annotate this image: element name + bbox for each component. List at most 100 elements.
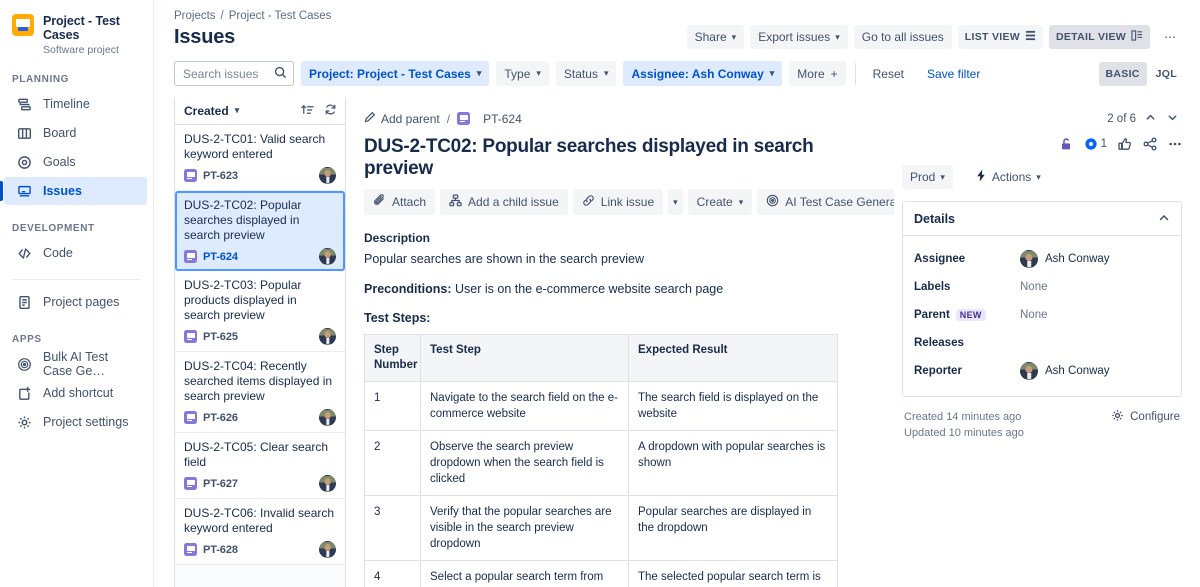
sidebar-item-goals[interactable]: Goals [4, 148, 147, 176]
list-item[interactable]: DUS-2-TC04: Recently searched items disp… [175, 352, 345, 433]
sidebar-item-code[interactable]: Code [4, 239, 147, 267]
add-parent-button[interactable]: Add parent [364, 111, 440, 126]
export-issues-button[interactable]: Export issues ▾ [750, 25, 848, 49]
go-to-all-issues-button[interactable]: Go to all issues [854, 25, 952, 49]
breadcrumb-project[interactable]: Project - Test Cases [229, 10, 332, 22]
page-title: Issues [174, 26, 235, 49]
filter-type[interactable]: Type ▾ [496, 61, 549, 86]
sort-order-icon[interactable] [301, 103, 314, 119]
issue-key-breadcrumb[interactable]: PT-624 [483, 112, 522, 126]
link-issue-label: Link issue [601, 195, 654, 209]
previous-issue-button[interactable] [1143, 112, 1158, 126]
details-card-header[interactable]: Details [903, 202, 1181, 236]
sidebar-item-timeline[interactable]: Timeline [4, 90, 147, 118]
table-row: 3 Verify that the popular searches are v… [365, 496, 838, 561]
list-item[interactable]: DUS-2-TC06: Invalid search keyword enter… [175, 499, 345, 565]
chevron-down-icon: ▾ [477, 69, 482, 78]
sidebar-item-label: Issues [43, 184, 82, 198]
jql-mode-button[interactable]: JQL [1149, 62, 1184, 86]
parent-row: Add parent / PT-624 [364, 111, 876, 126]
search-wrapper [174, 61, 294, 86]
like-icon[interactable] [1118, 137, 1132, 151]
more-actions-icon[interactable] [1168, 137, 1182, 151]
ai-generator-label: AI Test Case Generator [785, 195, 894, 209]
gear-icon [1111, 409, 1124, 425]
issue-key: PT-623 [203, 170, 238, 182]
issue-meta: PT-625 [184, 328, 336, 345]
list-item[interactable]: DUS-2-TC02: Popular searches displayed i… [175, 191, 345, 271]
avatar [1020, 250, 1038, 268]
environment-selector[interactable]: Prod ▾ [902, 165, 953, 189]
refresh-icon[interactable] [324, 103, 337, 119]
field-value: None [1020, 281, 1048, 293]
table-row: 2 Observe the search preview dropdown wh… [365, 431, 838, 496]
bulk-ai-icon [16, 356, 32, 372]
attach-button[interactable]: Attach [364, 189, 435, 215]
filter-divider [855, 63, 856, 85]
ai-test-case-generator-button[interactable]: AI Test Case Generator [757, 189, 894, 215]
cell-expected-result: The search field is displayed on the web… [629, 382, 838, 431]
share-icon[interactable] [1143, 137, 1157, 151]
list-view-icon [1025, 30, 1036, 44]
create-button[interactable]: Create ▾ [688, 189, 753, 215]
field-assignee[interactable]: Assignee Ash Conway [914, 245, 1170, 273]
sidebar-item-project-pages[interactable]: Project pages [4, 288, 147, 316]
chevron-down-icon: ▾ [732, 33, 737, 42]
table-body: 1 Navigate to the search field on the e-… [365, 382, 838, 587]
issue-title: DUS-2-TC03: Popular products displayed i… [184, 278, 336, 323]
detail-view-toggle[interactable]: DETAIL VIEW [1049, 25, 1150, 49]
filter-project[interactable]: Project: Project - Test Cases ▾ [301, 61, 489, 86]
issue-title: DUS-2-TC05: Clear search field [184, 440, 336, 470]
cell-step-number: 1 [365, 382, 421, 431]
save-filter-button[interactable]: Save filter [919, 61, 988, 86]
sidebar-item-project-settings[interactable]: Project settings [4, 408, 147, 436]
breadcrumb-projects[interactable]: Projects [174, 10, 216, 22]
sidebar-item-board[interactable]: Board [4, 119, 147, 147]
issue-type-icon [184, 543, 197, 556]
sidebar-item-add-shortcut[interactable]: Add shortcut [4, 379, 147, 407]
issue-type-icon [184, 250, 197, 263]
link-issue-button[interactable]: Link issue [573, 189, 663, 215]
sidebar-item-bulk-ai-test-case-generator[interactable]: Bulk AI Test Case Ge… [4, 350, 147, 378]
parent-separator: / [447, 112, 450, 126]
issue-meta: PT-626 [184, 409, 336, 426]
filter-status[interactable]: Status ▾ [556, 61, 617, 86]
cell-test-step: Navigate to the search field on the e-co… [421, 382, 629, 431]
description-label: Description [364, 231, 876, 245]
share-button[interactable]: Share ▾ [687, 25, 745, 49]
list-item[interactable]: DUS-2-TC03: Popular products displayed i… [175, 271, 345, 352]
issue-detail-title: DUS-2-TC02: Popular searches displayed i… [364, 136, 876, 180]
issue-type-icon [184, 411, 197, 424]
chevron-down-icon: ▾ [940, 173, 945, 182]
actions-button[interactable]: Actions ▾ [967, 165, 1049, 189]
list-item[interactable]: DUS-2-TC01: Valid search keyword entered… [175, 125, 345, 191]
project-header[interactable]: Project - Test Cases Software project [0, 10, 153, 56]
filter-more[interactable]: More + [789, 61, 845, 86]
search-input[interactable] [174, 61, 294, 86]
reset-filters-button[interactable]: Reset [865, 61, 912, 86]
sidebar-item-issues[interactable]: Issues [4, 177, 147, 205]
sidebar-item-label: Bulk AI Test Case Ge… [43, 350, 135, 378]
issue-side-panel: 2 of 6 [894, 97, 1200, 587]
field-labels[interactable]: Labels None [914, 273, 1170, 301]
field-reporter[interactable]: Reporter Ash Conway [914, 357, 1170, 385]
details-title: Details [914, 212, 955, 226]
field-releases[interactable]: Releases [914, 329, 1170, 357]
sidebar-item-label: Project settings [43, 415, 128, 429]
next-issue-button[interactable] [1165, 112, 1180, 126]
list-item[interactable]: DUS-2-TC05: Clear search field PT-627 [175, 433, 345, 499]
watchers-button[interactable]: 1 [1084, 137, 1107, 151]
basic-mode-button[interactable]: BASIC [1099, 62, 1147, 86]
assignee-name: Ash Conway [1045, 253, 1110, 265]
sort-selector[interactable]: Created ▾ [184, 104, 239, 118]
field-value: Ash Conway [1020, 250, 1110, 268]
lock-icon[interactable] [1059, 137, 1073, 151]
list-view-toggle[interactable]: LIST VIEW [958, 25, 1043, 49]
configure-button[interactable]: Configure [1111, 409, 1180, 425]
header-more-button[interactable]: ⋯ [1156, 25, 1184, 49]
filter-assignee[interactable]: Assignee: Ash Conway ▾ [623, 61, 782, 86]
issue-list-body[interactable]: DUS-2-TC01: Valid search keyword entered… [175, 125, 345, 587]
field-parent[interactable]: Parent NEW None [914, 301, 1170, 329]
add-child-issue-button[interactable]: Add a child issue [440, 189, 568, 215]
link-issue-dropdown-button[interactable]: ▾ [668, 189, 683, 215]
